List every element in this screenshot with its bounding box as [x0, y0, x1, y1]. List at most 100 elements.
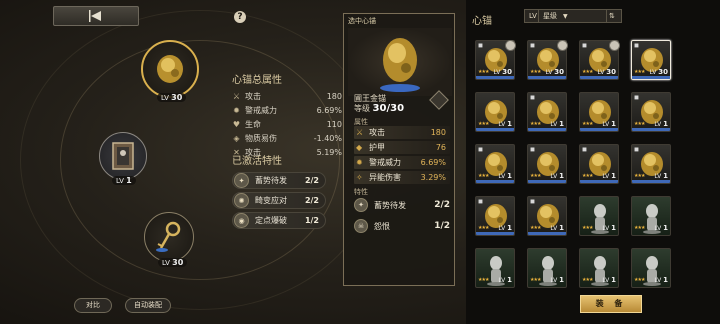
anchor-card[interactable]: ★★★ LV 1 — [631, 248, 671, 288]
auto-equip-button[interactable]: 自动装配 — [125, 298, 171, 313]
star-rating: ★★★ — [478, 173, 489, 179]
anchor-card[interactable]: ◼ ★★★ LV 1 — [527, 144, 567, 184]
star-rating: ★★★ — [582, 277, 593, 283]
anchor-level: 等级 30/30 — [354, 103, 405, 114]
equipped-badge-icon — [505, 40, 516, 51]
star-rating: ★★★ — [582, 225, 593, 231]
anchor-card[interactable]: ◼ ★★★ LV 1 — [631, 144, 671, 184]
gold-anchor-icon — [380, 38, 420, 92]
card-level: LV 1 — [550, 120, 564, 128]
heart-icon: ♥ — [232, 119, 241, 129]
anchor-card[interactable]: ◼ ★★★ LV 1 — [527, 196, 567, 236]
card-level: LV 1 — [498, 224, 512, 232]
card-level: LV 1 — [654, 276, 668, 284]
trait-title: 特性 — [354, 188, 368, 196]
anchor-bottom-level: LV 30 — [158, 258, 188, 267]
card-level: LV 1 — [602, 224, 616, 232]
lock-icon: ◼ — [634, 42, 639, 49]
trait-item[interactable]: ✦ 蓄势待发 2/2 — [354, 197, 450, 213]
energy-icon: ✧ — [356, 173, 363, 182]
back-button[interactable] — [53, 6, 139, 26]
skill-icon: ◉ — [234, 213, 249, 228]
alert-icon: ✹ — [233, 105, 240, 115]
anchor-inventory: 心锚 LV▼ 星级▼ ⇅ ◼★★★LV 30◼★★★LV 30◼★★★LV 30… — [466, 0, 720, 324]
skill-item[interactable]: ✺ 畸变应对 2/2 — [232, 192, 326, 209]
equipped-badge-icon — [609, 40, 620, 51]
active-skills: 已激活特性 ✦ 蓄势待发 2/2 ✺ 畸变应对 2/2 ◉ 定点爆破 1/2 — [232, 152, 326, 232]
anchor-card[interactable]: ★★★ LV 1 — [579, 92, 619, 132]
anchor-card[interactable]: ◼ ★★★ LV 1 — [631, 92, 671, 132]
star-filter[interactable]: 星级 ▼ — [538, 9, 608, 23]
card-level: LV 1 — [602, 120, 616, 128]
anchor-card[interactable]: ◼ ★★★ LV 1 — [579, 144, 619, 184]
card-level: LV 1 — [654, 172, 668, 180]
anchor-card[interactable]: ★★★ LV 1 — [579, 196, 619, 236]
shield-icon: ◈ — [233, 133, 240, 143]
star-rating: ★★★ — [582, 69, 593, 75]
anchor-card[interactable]: ★★★ LV 1 — [527, 248, 567, 288]
attr-row: ◆ 护甲 76 — [354, 141, 450, 154]
card-level: LV 1 — [602, 276, 616, 284]
trait-item[interactable]: ☠ 怨恨 1/2 — [354, 218, 450, 234]
anchor-card[interactable]: ★★★ LV 1 — [475, 92, 515, 132]
inventory-title: 心锚 — [472, 16, 492, 27]
star-rating: ★★★ — [582, 121, 593, 127]
star-rating: ★★★ — [530, 173, 541, 179]
anchor-card[interactable]: ★★★ LV 1 — [475, 248, 515, 288]
lock-icon: ◼ — [582, 146, 587, 153]
alert-icon: ✹ — [356, 158, 363, 167]
skill-icon: ✦ — [234, 173, 249, 188]
star-rating: ★★★ — [634, 173, 645, 179]
card-level: LV 1 — [498, 120, 512, 128]
star-rating: ★★★ — [634, 121, 645, 127]
star-rating: ★★★ — [634, 225, 645, 231]
card-level: LV 1 — [550, 172, 564, 180]
trait-icon: ✦ — [354, 198, 368, 212]
card-level: LV 1 — [550, 224, 564, 232]
anchor-slot-main[interactable] — [141, 40, 199, 98]
anchor-card[interactable]: ◼ ★★★ LV 1 — [475, 144, 515, 184]
gold-anchor-icon — [157, 55, 183, 83]
sword-icon: ⚔ — [356, 128, 364, 137]
skill-item[interactable]: ◉ 定点爆破 1/2 — [232, 212, 326, 229]
anchor-slot-bottom[interactable] — [144, 212, 194, 262]
compare-button[interactable]: 对比 — [74, 298, 112, 313]
lock-icon: ◼ — [634, 146, 639, 153]
skill-icon: ✺ — [234, 193, 249, 208]
equip-button[interactable]: 装 备 — [580, 295, 642, 313]
anchor-card[interactable]: ◼ ★★★ LV 1 — [475, 196, 515, 236]
help-icon[interactable]: ? — [234, 11, 246, 23]
attr-row: ⚔ 攻击 180 — [354, 126, 450, 139]
star-rating: ★★★ — [530, 121, 541, 127]
total-properties: 心锚总属性 ⚔ 攻击 180 ✹ 警戒威力 6.69% ♥ 生命 110 ◈ 物质易伤 -1.4… — [232, 71, 342, 159]
property-row: ◈ 物质易伤 -1.40% — [233, 133, 342, 143]
anchor-card[interactable]: ★★★ LV 1 — [631, 196, 671, 236]
back-arrow-icon — [89, 10, 101, 22]
anchor-card[interactable]: ★★★ LV 1 — [579, 248, 619, 288]
card-level: LV 1 — [498, 276, 512, 284]
lock-icon: ◼ — [530, 94, 535, 101]
card-level: LV 30 — [545, 68, 564, 76]
properties-title: 心锚总属性 — [232, 75, 282, 86]
star-rating: ★★★ — [478, 69, 489, 75]
property-row: ♥ 生命 110 — [232, 119, 342, 129]
orbit-ring-outer — [20, 10, 380, 310]
skill-item[interactable]: ✦ 蓄势待发 2/2 — [232, 172, 326, 189]
lock-icon: ◼ — [478, 42, 483, 49]
anchor-main-level: LV 30 — [157, 93, 187, 102]
anchor-card[interactable]: ◼ ★★★ LV 1 — [527, 92, 567, 132]
star-rating: ★★★ — [634, 277, 645, 283]
anchor-card[interactable]: ◼ ★★★ LV 30 — [631, 40, 671, 80]
property-row: ⚔ 攻击 180 — [232, 91, 342, 101]
card-level: LV 1 — [498, 172, 512, 180]
anchor-slot-left[interactable] — [99, 132, 147, 180]
property-row: ✹ 警戒威力 6.69% — [233, 105, 342, 115]
star-rating: ★★★ — [478, 121, 489, 127]
lock-icon: ◼ — [582, 42, 587, 49]
sort-icon: ⇅ — [609, 12, 615, 20]
card-level: LV 30 — [597, 68, 616, 76]
card-level: LV 1 — [602, 172, 616, 180]
chevron-down-icon: ▼ — [563, 12, 568, 20]
sort-toggle[interactable]: ⇅ — [606, 9, 622, 23]
lock-icon: ◼ — [530, 198, 535, 205]
